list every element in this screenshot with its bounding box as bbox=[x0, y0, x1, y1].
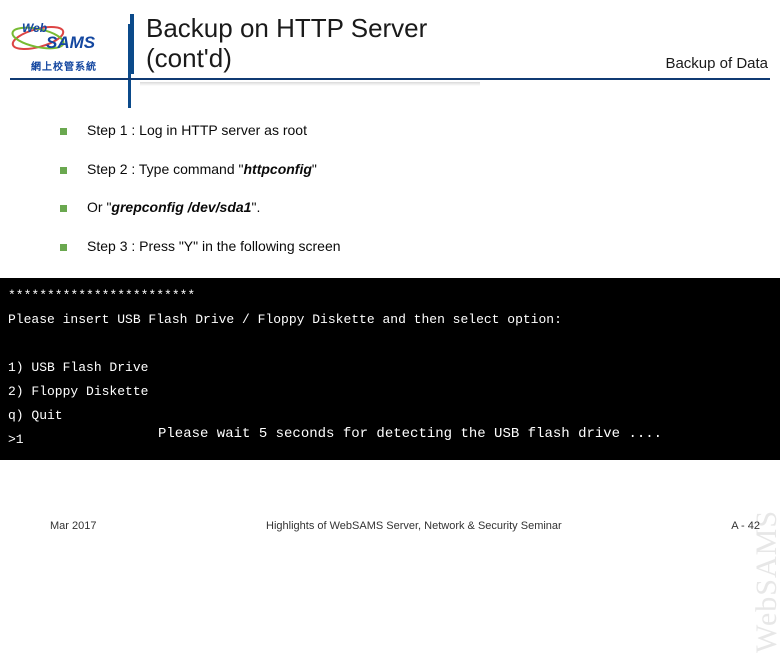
content-area: Step 1 : Log in HTTP server as root Step… bbox=[0, 74, 780, 255]
bullet-icon bbox=[60, 244, 67, 251]
bullet-icon bbox=[60, 205, 67, 212]
terminal-line: 2) Floppy Diskette bbox=[8, 380, 772, 404]
title-divider-vertical bbox=[128, 24, 131, 108]
svg-text:SAMS: SAMS bbox=[46, 33, 96, 52]
title-line-1: Backup on HTTP Server bbox=[146, 13, 427, 43]
logo-block: Web SAMS 網上校管系統 bbox=[10, 18, 118, 73]
bullet-icon bbox=[60, 167, 67, 174]
title-rule-shadow bbox=[140, 82, 480, 86]
bullet-item: Step 2 : Type command "httpconfig" bbox=[60, 161, 740, 178]
title-line-2: (cont'd) bbox=[146, 43, 232, 73]
bullet-icon bbox=[60, 128, 67, 135]
terminal-line: 1) USB Flash Drive bbox=[8, 356, 772, 380]
bullet-text: Or "grepconfig /dev/sda1". bbox=[87, 199, 260, 216]
svg-text:Web: Web bbox=[22, 21, 47, 35]
slide-footer: Mar 2017 Highlights of WebSAMS Server, N… bbox=[0, 520, 780, 532]
logo-subtext: 網上校管系統 bbox=[31, 58, 97, 73]
footer-center: Highlights of WebSAMS Server, Network & … bbox=[266, 520, 562, 532]
title-block: Backup on HTTP Server (cont'd) Backup of… bbox=[130, 14, 780, 74]
footer-date: Mar 2017 bbox=[50, 520, 96, 532]
footer-page: A - 42 bbox=[731, 520, 760, 532]
bullet-item: Or "grepconfig /dev/sda1". bbox=[60, 199, 740, 216]
bullet-item: Step 1 : Log in HTTP server as root bbox=[60, 122, 740, 139]
terminal-line: Please insert USB Flash Drive / Floppy D… bbox=[8, 308, 772, 332]
terminal-screenshot: ************************ Please insert U… bbox=[0, 278, 780, 460]
bullet-item: Step 3 : Press "Y" in the following scre… bbox=[60, 238, 740, 255]
slide-header: Web SAMS 網上校管系統 Backup on HTTP Server (c… bbox=[0, 0, 780, 74]
terminal-line bbox=[8, 332, 772, 356]
section-label: Backup of Data bbox=[665, 55, 768, 72]
websams-logo: Web SAMS bbox=[10, 18, 118, 58]
bullet-text: Step 3 : Press "Y" in the following scre… bbox=[87, 238, 341, 255]
bullet-text: Step 1 : Log in HTTP server as root bbox=[87, 122, 307, 139]
terminal-line: ************************ bbox=[8, 284, 772, 308]
title-rule bbox=[10, 78, 770, 80]
terminal-overlay: Please wait 5 seconds for detecting the … bbox=[150, 416, 780, 454]
bullet-text: Step 2 : Type command "httpconfig" bbox=[87, 161, 317, 178]
